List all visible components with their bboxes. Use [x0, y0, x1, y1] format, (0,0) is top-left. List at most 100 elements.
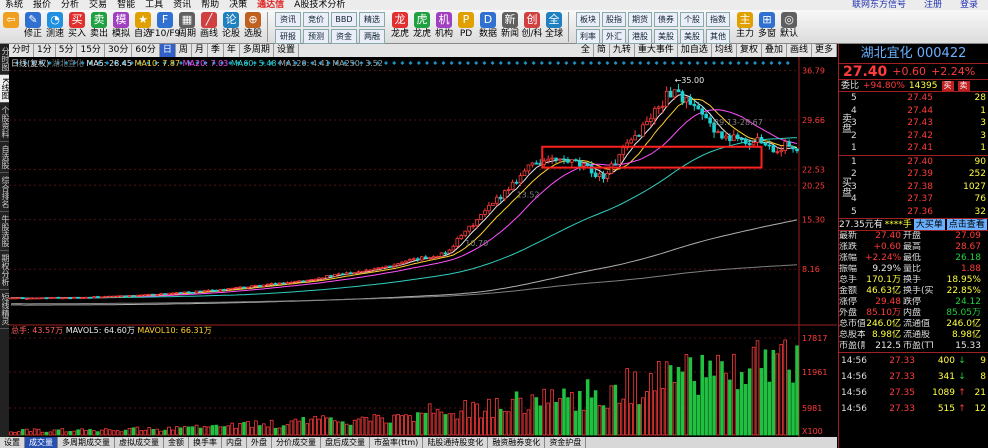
venture-button[interactable]: 创创/科	[521, 10, 543, 44]
info-grid-btn-4[interactable]: 研报	[275, 29, 301, 44]
indicator-tab-12[interactable]: 融资融券变化	[488, 437, 546, 448]
info-grid-btn-3[interactable]: 精选	[359, 12, 385, 27]
buy-button[interactable]: 买买入	[66, 10, 88, 44]
view-detail-tab[interactable]: 点击查看	[946, 219, 987, 230]
menu-item-1[interactable]: 报价	[28, 0, 56, 10]
volume-bar	[380, 417, 385, 436]
chart-tool-8[interactable]: 画线	[787, 44, 812, 57]
menu-right-item-0[interactable]: 联网东方信号	[847, 0, 911, 10]
info-grid-btn-7[interactable]: 两融	[359, 29, 385, 44]
market-grid: 板块 股指 期货 债券 个股 指数 利率 外汇 港股 美股 美股 其他	[576, 12, 730, 44]
period-8[interactable]: 月	[192, 44, 208, 57]
candle-body	[676, 89, 681, 93]
info-grid-btn-1[interactable]: 竞价	[303, 12, 329, 27]
indicator-tab-7[interactable]: 外盘	[247, 437, 272, 448]
indicator-tab-8[interactable]: 分价成交量	[272, 437, 321, 448]
chart-tool-4[interactable]: 加自选	[678, 44, 712, 57]
volume-bar	[700, 354, 705, 436]
chart-tool-1[interactable]: 简	[594, 44, 610, 57]
menu-right-item-2[interactable]: 登录	[955, 0, 983, 10]
chart-tool-0[interactable]: 全	[578, 44, 594, 57]
indicator-tab-2[interactable]: 多周期成交量	[58, 437, 115, 448]
sell-button[interactable]: 卖卖出	[88, 10, 110, 44]
indicator-tab-6[interactable]: 内盘	[222, 437, 247, 448]
menu-item-8[interactable]: 决策	[224, 0, 252, 10]
info-grid-btn-0[interactable]: 资讯	[275, 12, 301, 27]
indicator-tab-11[interactable]: 陆股通持股变化	[423, 437, 489, 448]
period-4[interactable]: 30分	[105, 44, 133, 57]
big-order-tab[interactable]: 大买单	[913, 219, 945, 230]
chart-tool-6[interactable]: 复权	[737, 44, 762, 57]
indicator-tab-4[interactable]: 金额	[164, 437, 189, 448]
period-10[interactable]: 年	[224, 44, 240, 57]
market-grid-btn-9[interactable]: 美股	[654, 29, 678, 44]
market-grid-btn-5[interactable]: 指数	[706, 12, 730, 27]
leader-button[interactable]: 虎龙虎	[411, 10, 433, 44]
market-grid-btn-7[interactable]: 外汇	[602, 29, 626, 44]
indicator-tab-13[interactable]: 资金护盘	[545, 437, 587, 448]
dragon-tiger-button[interactable]: 龙龙虎	[389, 10, 411, 44]
menu-item-5[interactable]: 工具	[140, 0, 168, 10]
period-3[interactable]: 15分	[77, 44, 105, 57]
period-0[interactable]: 分时	[9, 44, 35, 57]
menu-item-2[interactable]: 分析	[56, 0, 84, 10]
indicator-tab-1[interactable]: 成交量	[25, 437, 58, 448]
chart-tool-7[interactable]: 叠加	[762, 44, 787, 57]
indicator-tab-5[interactable]: 换手率	[189, 437, 222, 448]
period-button[interactable]: ▦ 周期	[176, 10, 198, 44]
period-12[interactable]: 设置	[274, 44, 299, 57]
period-2[interactable]: 5分	[56, 44, 78, 57]
market-grid-btn-1[interactable]: 股指	[602, 12, 626, 27]
menu-item-0[interactable]: 系统	[0, 0, 28, 10]
period-1[interactable]: 1分	[34, 44, 56, 57]
indicator-tab-3[interactable]: 虚拟成交量	[115, 437, 164, 448]
chart-tool-3[interactable]: 重大事件	[635, 44, 678, 57]
menu-item-7[interactable]: 帮助	[196, 0, 224, 10]
default-button[interactable]: ◎ 默认	[778, 10, 800, 44]
chart-tool-2[interactable]: 九转	[610, 44, 635, 57]
indicator-tab-9[interactable]: 盘后成交量	[321, 437, 370, 448]
simulate-button[interactable]: 模模拟	[110, 10, 132, 44]
info-grid-btn-6[interactable]: 资金	[331, 29, 357, 44]
market-grid-btn-6[interactable]: 利率	[576, 29, 600, 44]
news-button[interactable]: 新新闻	[499, 10, 521, 44]
edit-button[interactable]: ✎ 修正	[22, 10, 44, 44]
draw-button[interactable]: ◔ 测速	[44, 10, 66, 44]
period-7[interactable]: 周	[176, 44, 192, 57]
market-grid-btn-10[interactable]: 美股	[680, 29, 704, 44]
period-5[interactable]: 60分	[132, 44, 160, 57]
market-grid-btn-0[interactable]: 板块	[576, 12, 600, 27]
review-button[interactable]: 论论股	[220, 10, 242, 44]
full-button[interactable]: 全全球	[543, 10, 565, 44]
market-grid-btn-4[interactable]: 个股	[680, 12, 704, 27]
sell-button[interactable]: 卖	[957, 80, 970, 91]
period-6[interactable]: 日	[159, 44, 176, 57]
contact-button[interactable]: 主主力	[734, 10, 756, 44]
info-grid-btn-5[interactable]: 预测	[303, 29, 329, 44]
chart-tool-5[interactable]: 均线	[712, 44, 737, 57]
menu-item-6[interactable]: 资讯	[168, 0, 196, 10]
market-grid-btn-8[interactable]: 港股	[628, 29, 652, 44]
select-button[interactable]: ⊕ 选股	[242, 10, 264, 44]
info-grid-btn-2[interactable]: BBD	[331, 12, 357, 27]
kline-chart[interactable]: 36.79 29.66 22.53 20.25 15.30 8.16 17817 11961 5…	[9, 57, 837, 437]
buy-button[interactable]: 买	[941, 80, 954, 91]
menu-right-item-1[interactable]: 注册	[919, 0, 947, 10]
period-9[interactable]: 季	[208, 44, 224, 57]
multi-button[interactable]: ⊞ 多窗	[756, 10, 778, 44]
chart-tool-9[interactable]: 更多	[812, 44, 837, 57]
line-button[interactable]: ╱ 画线	[198, 10, 220, 44]
market-grid-btn-11[interactable]: 其他	[706, 29, 730, 44]
market-grid-btn-2[interactable]: 期货	[628, 12, 652, 27]
data-button[interactable]: D 数据	[477, 10, 499, 44]
pd-button[interactable]: P PD	[455, 10, 477, 44]
indicator-tab-0[interactable]: 设置	[0, 437, 25, 448]
market-grid-btn-3[interactable]: 债券	[654, 12, 678, 27]
menu-item-3[interactable]: 交易	[84, 0, 112, 10]
back-button[interactable]: ⇦	[0, 10, 22, 44]
indicator-tab-10[interactable]: 市盈率(ttm)	[370, 437, 424, 448]
period-11[interactable]: 多周期	[240, 44, 274, 57]
f10-button[interactable]: F F10/F9	[150, 10, 180, 44]
menu-item-4[interactable]: 智能	[112, 0, 140, 10]
institution-button[interactable]: 机机构	[433, 10, 455, 44]
